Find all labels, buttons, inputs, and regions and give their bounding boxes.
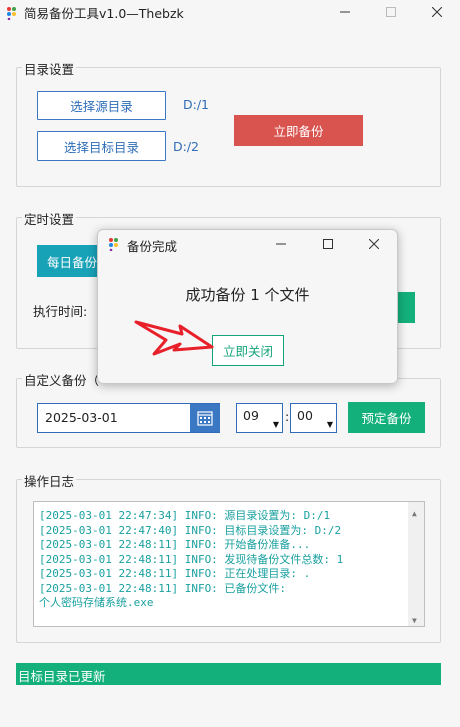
maximize-icon: [323, 239, 333, 249]
log-line: [2025-03-01 22:48:11] INFO: 正在处理目录: .: [39, 567, 311, 580]
dialog-message: 成功备份 1 个文件: [185, 286, 310, 304]
log-line: [2025-03-01 22:48:11] INFO: 已备份文件:: [39, 581, 287, 595]
dialog-minimize-button[interactable]: [276, 238, 286, 252]
app-dots-icon: [109, 238, 118, 251]
exec-time-label: 执行时间:: [33, 304, 88, 319]
chevron-down-icon: ▼: [326, 420, 333, 429]
target-path-label: D:/2: [173, 139, 200, 154]
dialog-titlebar: 备份完成: [98, 230, 397, 258]
date-picker[interactable]: 2025-03-01: [37, 403, 220, 433]
log-line: [2025-03-01 22:47:40] INFO: 目标目录设置为: D:/…: [39, 523, 342, 537]
minute-spinner[interactable]: 00 ▼: [290, 403, 337, 433]
log-line: [2025-03-01 22:48:11] INFO: 发现待备份文件总数: 1: [39, 552, 344, 566]
window-title: 简易备份工具v1.0—Thebzk: [24, 6, 184, 21]
dialog-title: 备份完成: [127, 239, 178, 254]
app-dots-icon: [7, 7, 16, 20]
minimize-icon: [276, 243, 286, 245]
source-path-label: D:/1: [183, 97, 210, 112]
calendar-button[interactable]: [190, 404, 220, 432]
close-icon: [368, 238, 380, 250]
close-now-button[interactable]: 立即关闭: [212, 335, 284, 366]
close-icon: [432, 7, 442, 17]
log-line: 个人密码存储系统.exe: [39, 596, 154, 609]
timer-settings-legend: 定时设置: [22, 209, 77, 228]
scroll-down-icon[interactable]: ▼: [412, 614, 417, 629]
minimize-button[interactable]: [322, 0, 368, 24]
select-target-button[interactable]: 选择目标目录: [37, 131, 166, 161]
dialog-close-x-button[interactable]: [368, 238, 380, 252]
log-legend: 操作日志: [22, 471, 77, 490]
status-bar: 目标目录已更新: [16, 663, 441, 685]
log-line: [2025-03-01 22:47:34] INFO: 源目录设置为: D:/1: [39, 509, 331, 522]
maximize-icon: [386, 7, 396, 17]
dialog-maximize-button[interactable]: [323, 238, 333, 252]
window-titlebar: 简易备份工具v1.0—Thebzk: [0, 0, 460, 24]
select-source-button[interactable]: 选择源目录: [37, 91, 166, 120]
schedule-backup-button[interactable]: 预定备份: [348, 402, 425, 433]
backup-now-button[interactable]: 立即备份: [234, 115, 363, 146]
chevron-down-icon: ▼: [272, 420, 279, 429]
date-value: 2025-03-01: [45, 410, 118, 425]
close-window-button[interactable]: [414, 0, 460, 24]
timer-green-button[interactable]: [396, 292, 415, 323]
backup-complete-dialog: 备份完成 成功备份 1 个文件 立即关闭: [97, 229, 398, 384]
maximize-button[interactable]: [368, 0, 414, 24]
dir-settings-legend: 目录设置: [22, 59, 77, 78]
red-arrow-icon: [134, 320, 214, 356]
hour-spinner[interactable]: 09 ▼: [236, 403, 283, 433]
log-line: [2025-03-01 22:48:11] INFO: 开始备份准备...: [39, 538, 311, 551]
hour-value: 09: [243, 408, 259, 423]
log-textarea[interactable]: [2025-03-01 22:47:34] INFO: 源目录设置为: D:/1…: [33, 501, 425, 627]
custom-backup-legend: 自定义备份（: [22, 370, 102, 389]
minimize-icon: [340, 11, 350, 13]
log-scrollbar[interactable]: ▲ ▼: [408, 502, 424, 626]
scroll-up-icon[interactable]: ▲: [412, 507, 417, 522]
dir-settings-group: [16, 67, 441, 187]
minute-value: 00: [297, 408, 313, 423]
time-separator: :: [285, 409, 290, 424]
calendar-icon: [197, 411, 213, 426]
